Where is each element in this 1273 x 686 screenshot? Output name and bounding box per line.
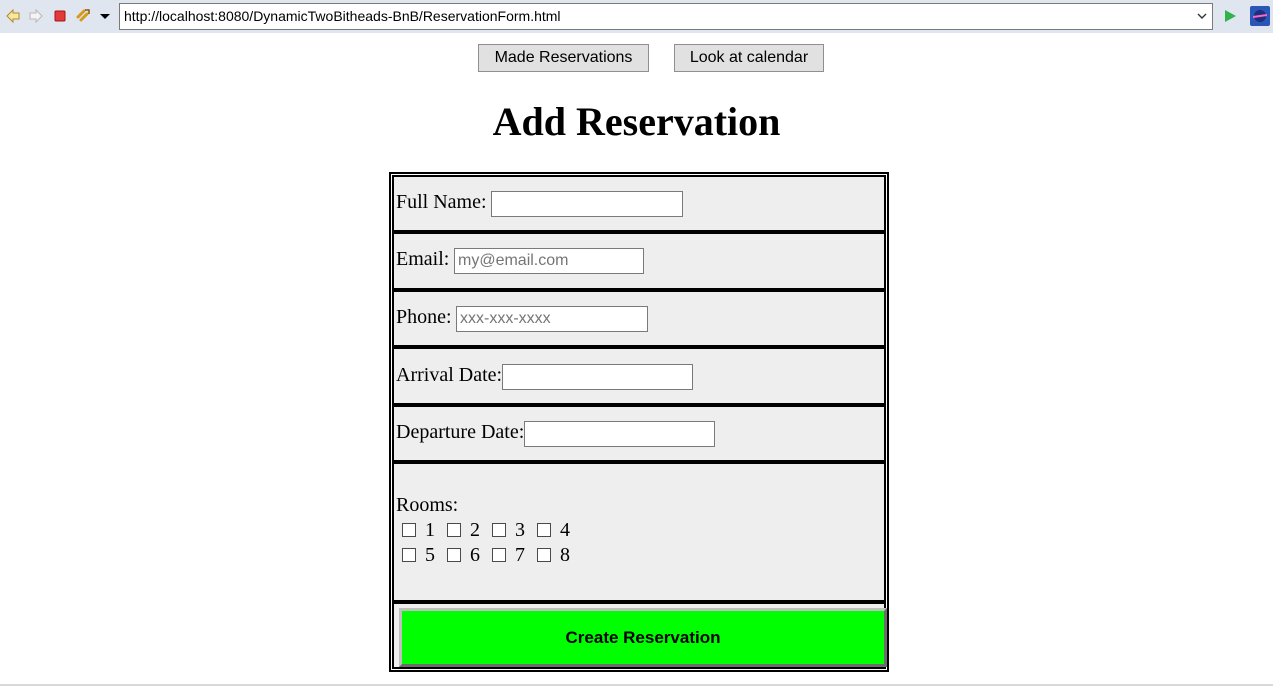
rooms-row: Rooms: 1 2 3 4 5 6 7 8 [392,462,886,602]
arrival-date-row: Arrival Date: [392,347,886,405]
phone-label: Phone: [396,306,452,328]
room-8-label: 8 [560,544,570,566]
url-text[interactable]: http://localhost:8080/DynamicTwoBitheads… [124,8,561,24]
dropdown-arrow-icon[interactable] [97,8,113,24]
address-bar[interactable]: http://localhost:8080/DynamicTwoBitheads… [119,3,1213,30]
room-4-checkbox[interactable] [537,523,551,537]
full-name-input[interactable] [491,191,683,217]
full-name-label: Full Name: [396,191,487,213]
room-7-checkbox[interactable] [492,548,506,562]
room-2-label: 2 [470,519,480,541]
room-4-label: 4 [560,519,570,541]
room-2-checkbox[interactable] [447,523,461,537]
reservation-form: Full Name: Email: Phone: Arrival Date: D… [389,172,889,672]
email-label: Email: [396,248,450,270]
forward-arrow-icon[interactable] [28,8,44,24]
departure-date-label: Departure Date: [396,421,525,443]
room-8-checkbox[interactable] [537,548,551,562]
arrival-date-label: Arrival Date: [396,364,503,386]
email-row: Email: [392,232,886,290]
departure-date-row: Departure Date: [392,405,886,462]
browser-toolbar: http://localhost:8080/DynamicTwoBitheads… [0,0,1273,33]
room-3-label: 3 [515,519,525,541]
room-1-checkbox[interactable] [402,523,416,537]
submit-row: Create Reservation [392,602,887,669]
stop-icon[interactable] [52,8,68,24]
room-7-label: 7 [515,544,525,566]
page-title: Add Reservation [492,99,781,144]
arrival-date-input[interactable] [502,364,693,390]
refresh-icon[interactable] [75,8,91,24]
email-input[interactable] [454,248,644,274]
chevron-down-icon[interactable] [1196,10,1208,22]
full-name-row: Full Name: [392,175,886,232]
made-reservations-button[interactable]: Made Reservations [478,44,649,72]
departure-date-input[interactable] [524,421,715,447]
room-5-checkbox[interactable] [402,548,416,562]
go-play-icon[interactable] [1222,8,1238,24]
phone-input[interactable] [456,306,648,332]
room-6-label: 6 [470,544,480,566]
phone-row: Phone: [392,290,886,347]
create-reservation-button[interactable]: Create Reservation [399,608,887,667]
rooms-label: Rooms: [396,494,459,516]
room-1-label: 1 [425,519,435,541]
room-3-checkbox[interactable] [492,523,506,537]
back-arrow-icon[interactable] [5,8,21,24]
look-at-calendar-button[interactable]: Look at calendar [674,44,824,72]
room-5-label: 5 [425,544,435,566]
eclipse-browser-icon[interactable] [1250,6,1270,26]
room-6-checkbox[interactable] [447,548,461,562]
